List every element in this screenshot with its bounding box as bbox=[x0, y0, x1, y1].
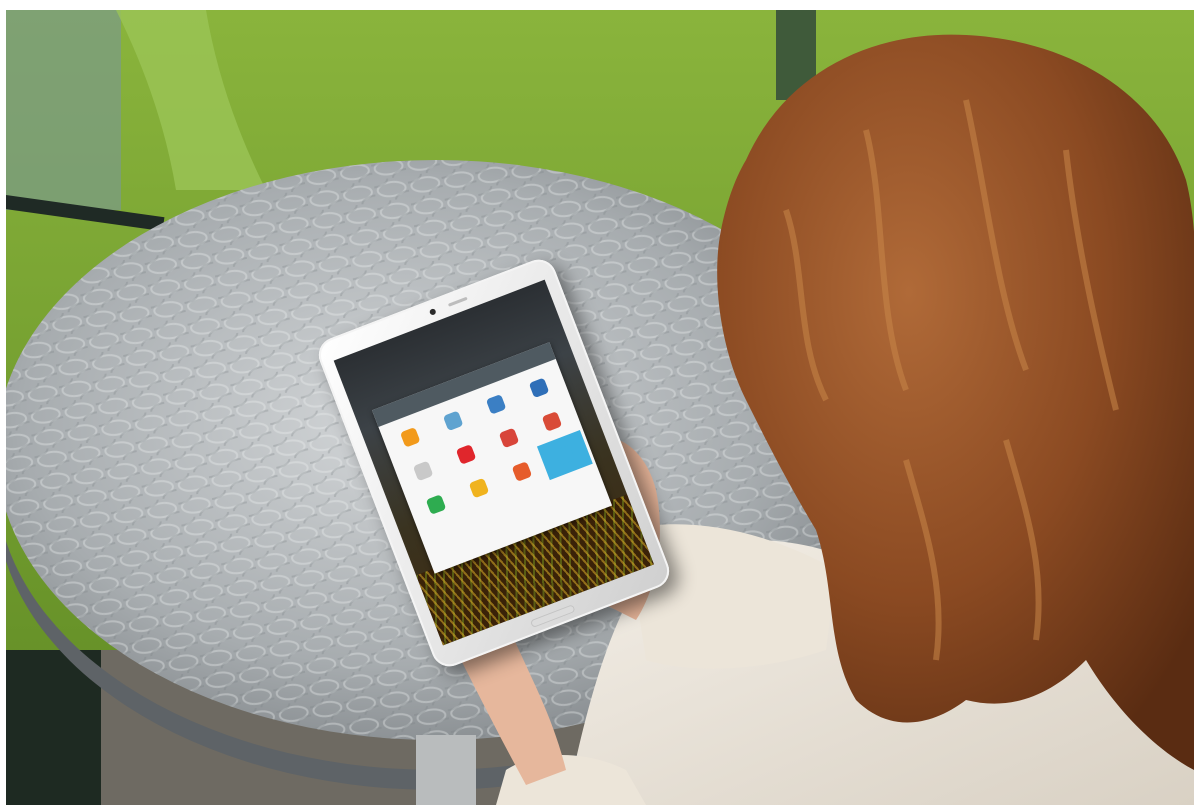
photos-icon bbox=[468, 477, 490, 499]
table-stem bbox=[416, 735, 476, 805]
chat-bubble-icon bbox=[399, 426, 421, 448]
photo bbox=[6, 10, 1194, 805]
gmail-icon bbox=[498, 427, 520, 449]
google-plus-icon bbox=[541, 411, 563, 432]
flipboard-icon bbox=[455, 444, 477, 465]
envelope-icon bbox=[412, 460, 434, 482]
dropbox-icon bbox=[485, 394, 507, 415]
speaker-grille bbox=[447, 296, 468, 307]
image-icon bbox=[442, 410, 464, 432]
hangouts-icon bbox=[425, 494, 447, 515]
front-camera bbox=[428, 308, 437, 316]
picasa-icon bbox=[511, 461, 533, 482]
twitter-icon bbox=[554, 444, 576, 466]
bluetooth-icon bbox=[528, 377, 550, 399]
bench-post bbox=[6, 10, 121, 210]
